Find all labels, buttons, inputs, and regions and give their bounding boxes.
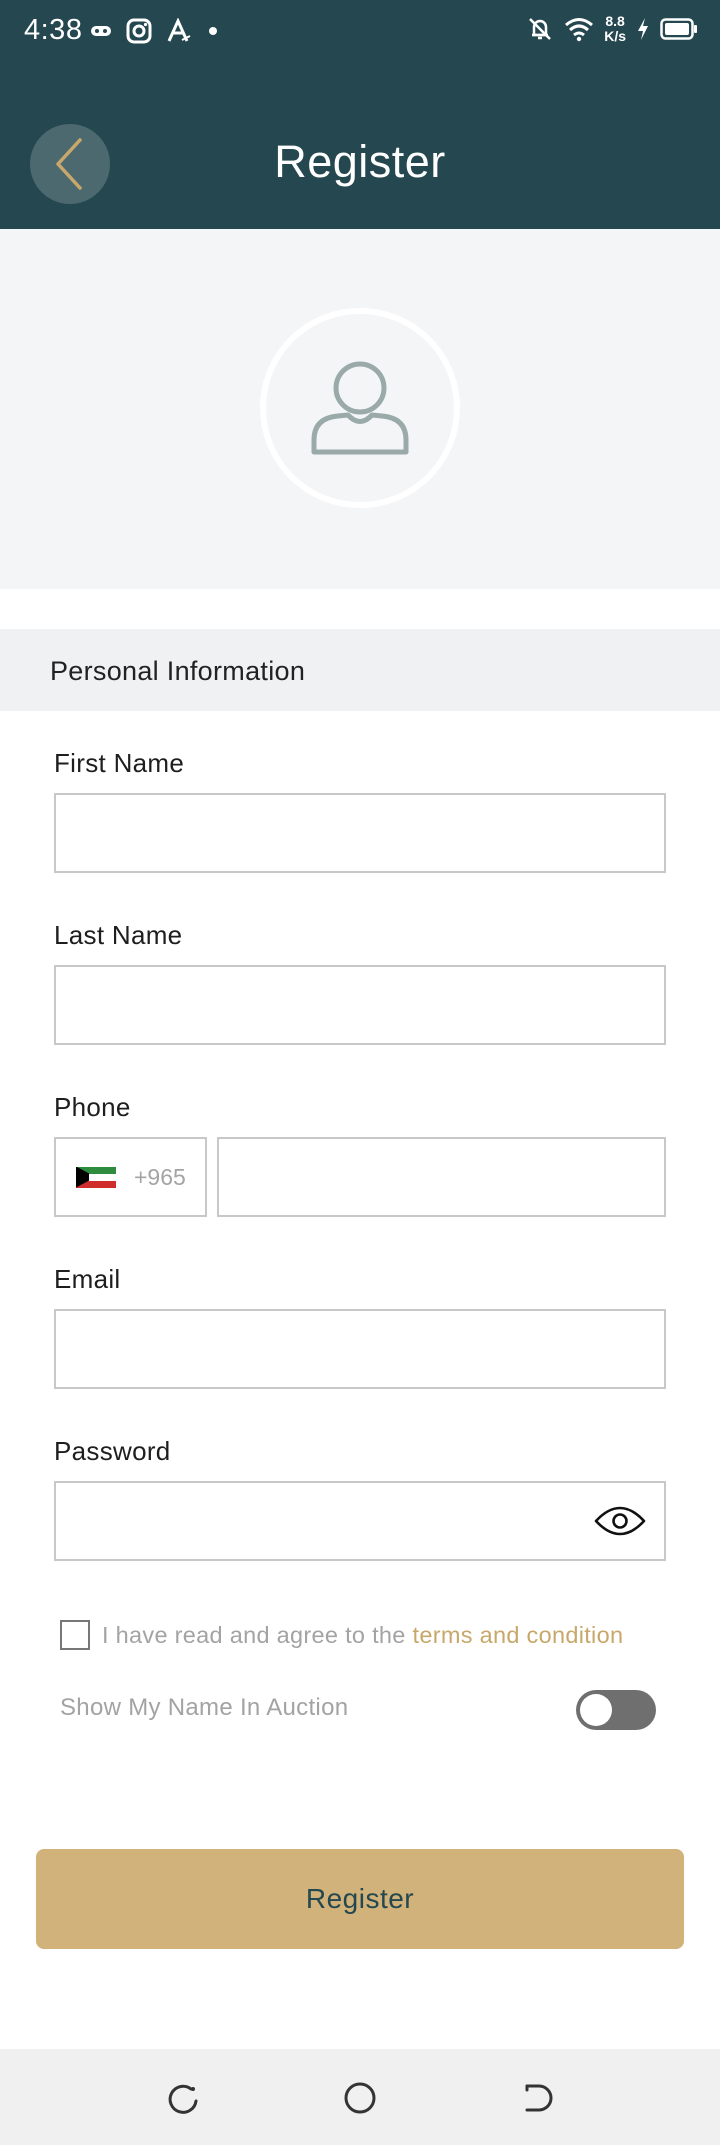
status-right-icons: 8.8 K/s [526, 14, 698, 44]
user-placeholder-icon [311, 361, 409, 455]
first-name-input[interactable] [56, 795, 664, 871]
last-name-field-box [54, 965, 666, 1045]
home-button[interactable] [337, 2075, 383, 2121]
dot-icon [206, 24, 220, 38]
first-name-field-box [54, 793, 666, 873]
back-icon [525, 2084, 553, 2112]
email-input[interactable] [56, 1311, 664, 1387]
eye-icon [594, 1506, 646, 1536]
mute-bell-icon [526, 15, 554, 43]
toggle-knob [580, 1694, 612, 1726]
home-icon [344, 2082, 376, 2114]
net-speed-value: 8.8 [605, 13, 625, 29]
phone-input[interactable] [219, 1139, 664, 1215]
password-label: Password [54, 1436, 171, 1466]
show-name-toggle[interactable] [576, 1690, 656, 1730]
recents-button[interactable] [160, 2075, 206, 2121]
battery-icon [660, 18, 698, 40]
section-title: Personal Information [50, 656, 306, 686]
terms-link[interactable]: terms and condition [413, 1622, 624, 1648]
gamepad-icon [90, 23, 112, 39]
dial-code: +965 [134, 1163, 186, 1190]
net-speed-unit: K/s [604, 28, 626, 44]
avatar[interactable] [260, 308, 460, 508]
last-name-label: Last Name [54, 920, 183, 950]
show-name-label: Show My Name In Auction [60, 1694, 349, 1721]
status-left-icons [90, 18, 220, 44]
agree-checkbox[interactable] [60, 1620, 90, 1650]
net-speed: 8.8 K/s [604, 14, 626, 44]
password-visibility-toggle[interactable] [594, 1501, 646, 1541]
agree-text-prefix: I have read and agree to the [102, 1621, 406, 1648]
instagram-icon [126, 18, 152, 44]
agree-text: I have read and agree to the terms and c… [102, 1622, 623, 1649]
avatar-area [0, 229, 720, 589]
app-header: 4:38 8.8 K/s Register [0, 0, 720, 229]
register-button[interactable]: Register [36, 1849, 684, 1949]
country-code-selector[interactable]: +965 [54, 1137, 207, 1217]
font-a-icon [166, 18, 192, 44]
page-title: Register [274, 136, 446, 187]
password-field-box [54, 1481, 666, 1561]
email-field-box [54, 1309, 666, 1389]
last-name-input[interactable] [56, 967, 664, 1043]
recents-icon [168, 2084, 198, 2114]
agree-row: I have read and agree to the terms and c… [60, 1620, 623, 1650]
email-label: Email [54, 1264, 121, 1294]
system-nav-bar [0, 2049, 720, 2145]
section-header: Personal Information [0, 629, 720, 711]
status-bar: 4:38 8.8 K/s [0, 0, 720, 64]
password-input[interactable] [56, 1483, 664, 1559]
status-time: 4:38 [24, 14, 83, 46]
first-name-label: First Name [54, 748, 185, 778]
phone-field-box [217, 1137, 666, 1217]
show-name-row: Show My Name In Auction [60, 1690, 656, 1730]
wifi-icon [564, 16, 594, 42]
charging-icon [636, 17, 650, 41]
back-nav-button[interactable] [514, 2075, 560, 2121]
kuwait-flag-icon [76, 1166, 116, 1188]
phone-label: Phone [54, 1092, 131, 1122]
